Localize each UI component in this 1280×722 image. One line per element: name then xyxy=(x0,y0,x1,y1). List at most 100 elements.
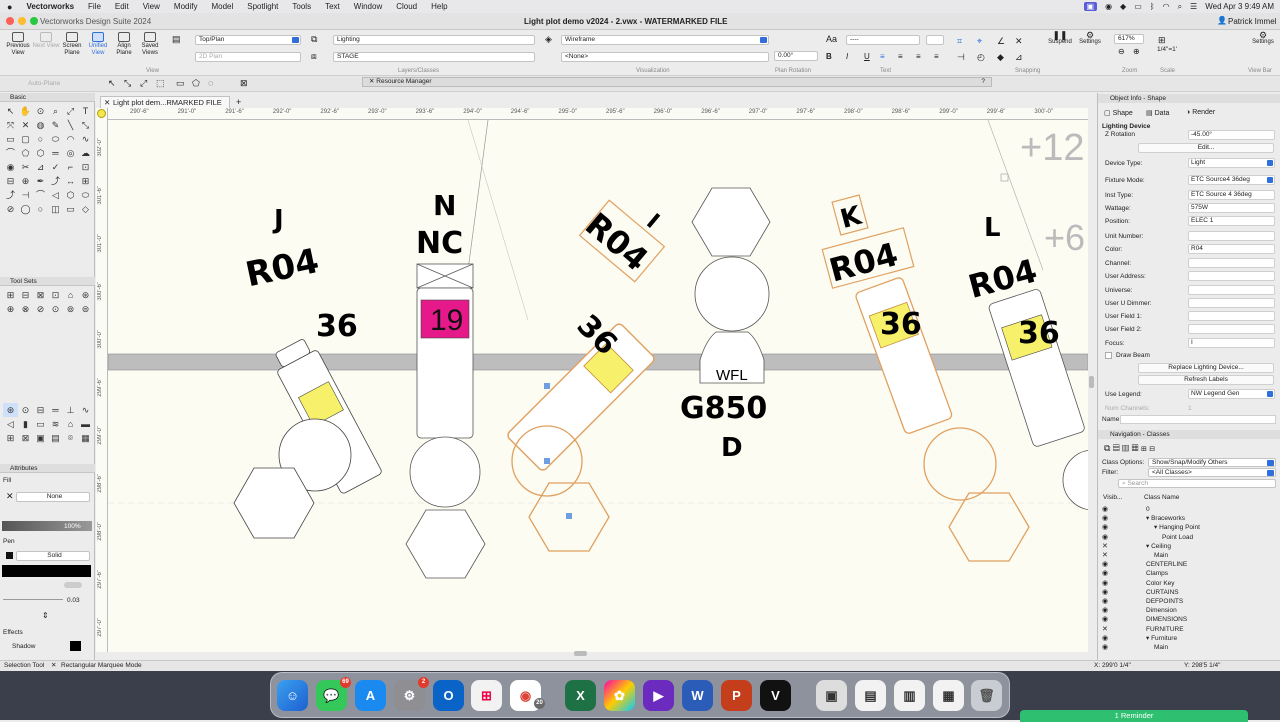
help-icon[interactable]: ? xyxy=(981,78,985,86)
font-icon[interactable]: Aa xyxy=(826,34,837,44)
toolsets-palette-title[interactable]: Tool Sets xyxy=(0,277,95,286)
visible-eye-icon[interactable]: ◉ xyxy=(1102,597,1108,606)
mode-icon-8[interactable]: ⊠ xyxy=(240,78,248,89)
minimize-window-button[interactable] xyxy=(18,17,26,25)
plane-select[interactable]: 2D Plan xyxy=(195,52,301,62)
invisible-icon[interactable]: ✕ xyxy=(1102,625,1108,634)
spiral-tool-icon[interactable]: ◎ xyxy=(63,146,78,160)
offset-tool-icon[interactable]: ◉ xyxy=(3,160,18,174)
field-universe[interactable]: Universe: xyxy=(1098,284,1280,297)
new-tab-icon[interactable]: + xyxy=(236,97,241,107)
class-row[interactable]: ◉ CURTAINS xyxy=(1098,588,1280,597)
field-channel[interactable]: Channel: xyxy=(1098,257,1280,270)
screen-record-icon[interactable]: ▣ xyxy=(1083,2,1098,11)
rounded-rect-tool-icon[interactable]: ▢ xyxy=(18,132,33,146)
vertical-scrollbar[interactable] xyxy=(1089,376,1094,388)
launchpad-icon[interactable]: ⊞ xyxy=(471,680,502,711)
pan-tool-icon[interactable]: ✋ xyxy=(18,104,33,118)
visible-eye-icon[interactable]: ◉ xyxy=(1102,579,1108,588)
class-row[interactable]: ◉ 0 xyxy=(1098,505,1280,514)
tab-shape[interactable]: ▢ Shape xyxy=(1104,109,1133,117)
selection-handle[interactable] xyxy=(566,513,572,519)
bluetooth-icon[interactable]: ᛒ xyxy=(1150,2,1155,11)
col-visibility[interactable]: Visib... xyxy=(1103,494,1122,501)
app-store-icon[interactable]: A xyxy=(355,680,386,711)
snap-edge-icon[interactable]: ⊿ xyxy=(1015,52,1023,63)
recent-window-2[interactable]: ▤ xyxy=(855,680,886,711)
snap-settings-button[interactable]: ⚙ Settings xyxy=(1076,31,1104,46)
field-user-field-2[interactable]: User Field 2: xyxy=(1098,323,1280,336)
photos-icon[interactable]: ✿ xyxy=(604,680,635,711)
field-user-address[interactable]: User Address: xyxy=(1098,270,1280,283)
close-tab-icon[interactable]: ✕ xyxy=(104,97,110,108)
align-center-icon[interactable]: ≡ xyxy=(898,52,903,61)
class-options-select[interactable]: Show/Snap/Modify Others xyxy=(1148,458,1276,467)
clipchamp-icon[interactable]: ▶ xyxy=(643,680,674,711)
resize-tool-icon[interactable]: ⊞ xyxy=(78,174,93,188)
trim-tool-icon[interactable]: ⊟ xyxy=(3,174,18,188)
snap-object-icon[interactable]: ⌖ xyxy=(977,36,982,47)
polyline-tool-icon[interactable]: ⌒ xyxy=(3,146,18,160)
toolset-landmark-icon[interactable]: ⊡ xyxy=(48,288,63,302)
fillet-tool-icon[interactable]: ⌐ xyxy=(63,160,78,174)
regular-polygon-tool-icon[interactable]: ⬡ xyxy=(33,146,48,160)
fixture-i-selected[interactable]: 36 R04 I xyxy=(506,199,666,552)
callout-tool-icon[interactable]: ⬭ xyxy=(78,188,93,202)
cable-tool-icon[interactable]: ∿ xyxy=(78,403,93,417)
selection-tool-icon[interactable]: ↖ xyxy=(3,104,18,118)
saved-views-button[interactable]: Saved Views xyxy=(136,32,164,57)
toolset-video-icon[interactable]: ⊙ xyxy=(48,302,63,316)
projector-tool-icon[interactable]: ▣ xyxy=(33,431,48,445)
snap-point-icon[interactable]: ◆ xyxy=(997,52,1004,63)
field-unit-number[interactable]: Unit Number: xyxy=(1098,230,1280,243)
bold-icon[interactable]: B xyxy=(826,52,832,61)
field-focus[interactable]: Focus: I xyxy=(1098,337,1280,350)
focus-point-tool-icon[interactable]: ⊙ xyxy=(18,403,33,417)
toolset-misc-icon[interactable]: ⊜ xyxy=(78,302,93,316)
menu-cloud[interactable]: Cloud xyxy=(389,2,424,11)
menu-file[interactable]: File xyxy=(81,2,108,11)
pen-color-swatch[interactable] xyxy=(6,552,13,559)
horizontal-scrollbar[interactable] xyxy=(574,651,587,656)
line-type-icon[interactable]: ⇕ xyxy=(42,611,49,620)
class-row[interactable]: ◉ CENTERLINE xyxy=(1098,560,1280,569)
visible-eye-icon[interactable]: ◉ xyxy=(1102,533,1108,542)
pipe-tool-icon[interactable]: ═ xyxy=(48,403,63,417)
toolset-dims-icon[interactable]: ⊞ xyxy=(3,288,18,302)
shadow-color-swatch[interactable] xyxy=(70,641,81,651)
outlook-icon[interactable]: O xyxy=(433,680,464,711)
mode-icon-2[interactable]: ⤡ xyxy=(124,78,131,89)
next-view-button[interactable]: Next View xyxy=(32,32,60,50)
lasso-marquee-icon[interactable]: ◌ xyxy=(208,78,213,88)
hoist-tool-icon[interactable]: ⊥ xyxy=(63,403,78,417)
polygon-marquee-icon[interactable]: ⬠ xyxy=(192,78,200,89)
field-wattage[interactable]: Wattage: 575W xyxy=(1098,202,1280,215)
class-row[interactable]: ✕ FURNITURE xyxy=(1098,625,1280,634)
name-field[interactable] xyxy=(1120,415,1276,424)
close-window-button[interactable] xyxy=(6,17,14,25)
soft-goods-tool-icon[interactable]: ≋ xyxy=(48,417,63,431)
user-name[interactable]: Patrick Immel xyxy=(1228,17,1276,26)
visible-eye-icon[interactable]: ◉ xyxy=(1102,560,1108,569)
menu-window[interactable]: Window xyxy=(347,2,389,11)
class-row[interactable]: ✕ ▾ Ceiling xyxy=(1098,542,1280,551)
col-class-name[interactable]: Class Name xyxy=(1144,494,1179,501)
zoom-field[interactable]: 617% xyxy=(1114,34,1144,44)
visible-eye-icon[interactable]: ◉ xyxy=(1102,505,1108,514)
battery-icon[interactable]: ▭ xyxy=(1134,2,1142,11)
tab-render[interactable]: ◑ Render xyxy=(1186,109,1215,116)
previous-view-button[interactable]: Previous View xyxy=(4,32,32,57)
toolset-spotlight-icon[interactable]: ⊕ xyxy=(3,302,18,316)
connect-tool-icon[interactable]: ⊿ xyxy=(33,160,48,174)
user-icon[interactable]: 👤 xyxy=(1217,16,1227,25)
tape-tool-icon[interactable]: ⌒ xyxy=(33,188,48,202)
pen-color-bar[interactable] xyxy=(2,565,91,577)
visible-eye-icon[interactable]: ◉ xyxy=(1102,523,1108,532)
menu-tools[interactable]: Tools xyxy=(285,2,318,11)
visible-eye-icon[interactable]: ◉ xyxy=(1102,588,1108,597)
flyover-tool-icon[interactable]: ⊙ xyxy=(33,104,48,118)
field-fixture-mode[interactable]: Fixture Mode: ETC Source4 36deg xyxy=(1098,174,1280,187)
field-color[interactable]: Color: R04 xyxy=(1098,243,1280,256)
visible-eye-icon[interactable]: ◉ xyxy=(1102,643,1108,652)
menu-help[interactable]: Help xyxy=(424,2,454,11)
